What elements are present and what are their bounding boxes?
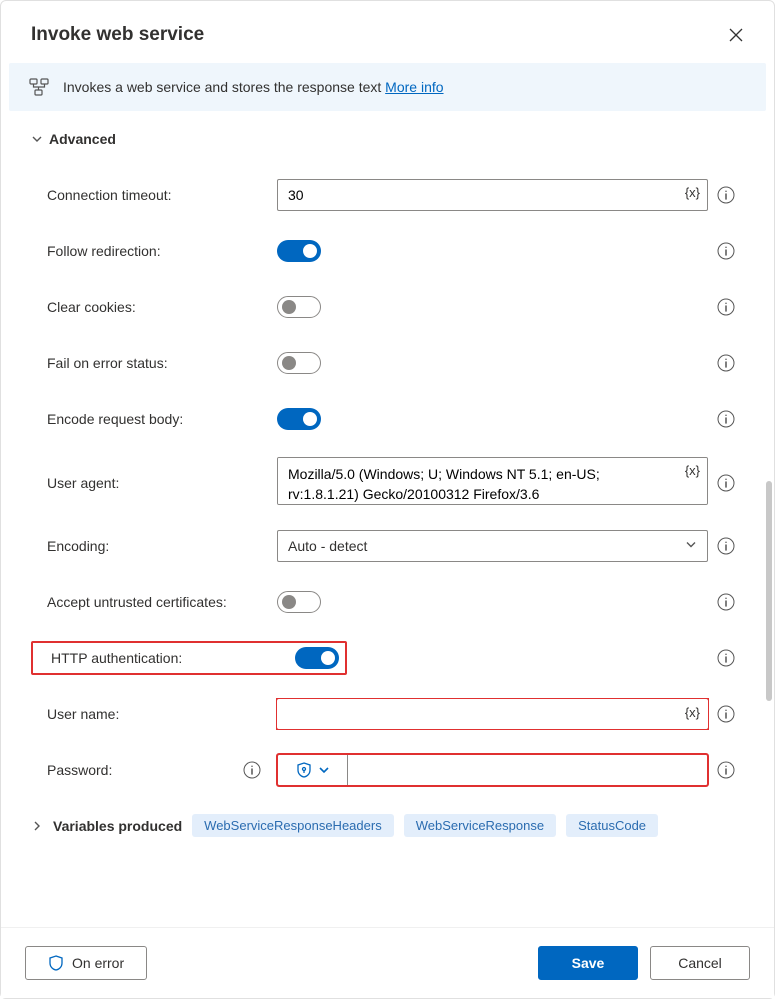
variable-chip[interactable]: WebServiceResponse (404, 814, 556, 837)
variable-picker-icon[interactable]: {x} (685, 705, 700, 720)
row-encoding: Encoding: Auto - detect (31, 518, 744, 574)
chevron-right-icon[interactable] (31, 820, 43, 832)
more-info-link[interactable]: More info (385, 79, 443, 95)
row-password: Password: (31, 742, 744, 798)
row-fail-on-error: Fail on error status: (31, 335, 744, 391)
http-auth-toggle[interactable] (295, 647, 339, 669)
label-follow-redirection: Follow redirection: (47, 243, 161, 259)
info-icon[interactable] (717, 298, 735, 316)
encode-body-toggle[interactable] (277, 408, 321, 430)
info-banner: Invokes a web service and stores the res… (9, 63, 766, 111)
variables-produced-section: Variables produced WebServiceResponseHea… (31, 798, 744, 847)
content-area: Advanced Connection timeout: {x} Follow … (1, 111, 774, 927)
clear-cookies-toggle[interactable] (277, 296, 321, 318)
row-follow-redirection: Follow redirection: (31, 223, 744, 279)
row-http-auth: HTTP authentication: (31, 630, 744, 686)
user-agent-input[interactable]: Mozilla/5.0 (Windows; U; Windows NT 5.1;… (277, 457, 708, 505)
fail-on-error-toggle[interactable] (277, 352, 321, 374)
row-connection-timeout: Connection timeout: {x} (31, 167, 744, 223)
label-clear-cookies: Clear cookies: (47, 299, 136, 315)
shield-icon (48, 955, 64, 971)
label-accept-untrusted: Accept untrusted certificates: (47, 594, 227, 610)
label-encode-body: Encode request body: (47, 411, 183, 427)
chevron-down-icon (318, 764, 330, 776)
variables-produced-label[interactable]: Variables produced (53, 818, 182, 834)
dialog-footer: On error Save Cancel (1, 927, 774, 998)
dialog-title: Invoke web service (31, 24, 204, 46)
label-encoding: Encoding: (47, 538, 109, 554)
label-http-auth: HTTP authentication: (51, 650, 182, 666)
variable-picker-icon[interactable]: {x} (685, 463, 700, 478)
chevron-down-icon (31, 133, 43, 145)
dialog: Invoke web service Invokes a web service… (0, 0, 775, 999)
accept-untrusted-toggle[interactable] (277, 591, 321, 613)
variable-chip[interactable]: WebServiceResponseHeaders (192, 814, 394, 837)
password-mode-dropdown[interactable] (278, 755, 348, 785)
banner-text: Invokes a web service and stores the res… (63, 79, 444, 95)
info-icon[interactable] (717, 474, 735, 492)
password-field (277, 754, 708, 786)
info-icon[interactable] (717, 705, 735, 723)
webservice-icon (29, 77, 49, 97)
row-encode-body: Encode request body: (31, 391, 744, 447)
dialog-header: Invoke web service (1, 1, 774, 63)
save-button[interactable]: Save (538, 946, 638, 980)
info-icon[interactable] (243, 761, 261, 779)
info-icon[interactable] (717, 761, 735, 779)
info-icon[interactable] (717, 537, 735, 555)
close-button[interactable] (722, 21, 750, 49)
encoding-select[interactable]: Auto - detect (277, 530, 708, 562)
follow-redirection-toggle[interactable] (277, 240, 321, 262)
row-accept-untrusted: Accept untrusted certificates: (31, 574, 744, 630)
row-clear-cookies: Clear cookies: (31, 279, 744, 335)
info-icon[interactable] (717, 354, 735, 372)
variable-picker-icon[interactable]: {x} (685, 185, 700, 200)
on-error-button[interactable]: On error (25, 946, 147, 980)
info-icon[interactable] (717, 242, 735, 260)
label-fail-on-error: Fail on error status: (47, 355, 168, 371)
info-icon[interactable] (717, 649, 735, 667)
info-icon[interactable] (717, 186, 735, 204)
scrollbar[interactable] (766, 481, 772, 701)
variable-chip[interactable]: StatusCode (566, 814, 658, 837)
password-input[interactable] (348, 755, 707, 785)
connection-timeout-input[interactable] (277, 179, 708, 211)
shield-lock-icon (296, 762, 312, 778)
user-name-input[interactable] (277, 699, 708, 729)
info-icon[interactable] (717, 593, 735, 611)
label-user-name: User name: (47, 706, 119, 722)
cancel-button[interactable]: Cancel (650, 946, 750, 980)
label-password: Password: (47, 762, 112, 778)
info-icon[interactable] (717, 410, 735, 428)
row-user-agent: User agent: Mozilla/5.0 (Windows; U; Win… (31, 447, 744, 518)
label-user-agent: User agent: (47, 475, 119, 491)
chevron-down-icon (684, 538, 698, 555)
close-icon (729, 28, 743, 42)
label-connection-timeout: Connection timeout: (47, 187, 172, 203)
advanced-section-toggle[interactable]: Advanced (31, 131, 744, 147)
row-user-name: User name: {x} (31, 686, 744, 742)
